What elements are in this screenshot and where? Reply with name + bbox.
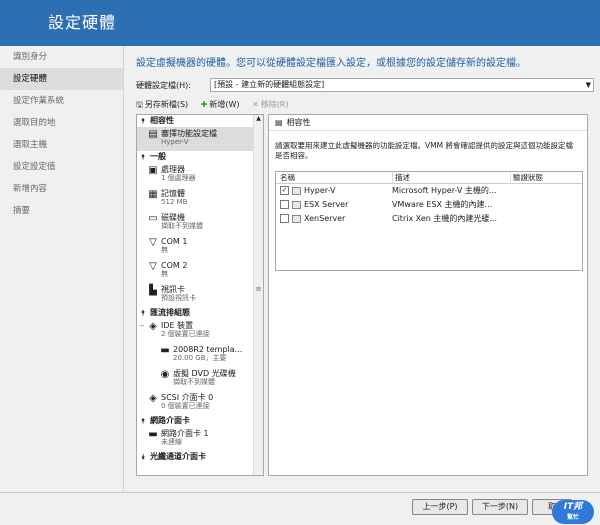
section-general[interactable]: ⯭ 一般 [137,151,263,163]
profile-select-value: [預設 - 建立新的硬體組態設定] [214,80,325,89]
collapse-icon: ⯭ [141,417,146,425]
remove-icon: ✕ [252,100,259,109]
next-button[interactable]: 下一步(N) [472,499,528,515]
site-logo: IT邦 幫忙 [552,500,594,524]
toolbar: 🖫 另存新檔(S) ✚ 新增(W) ✕ 移除(R) [136,98,299,112]
profile-select[interactable]: [預設 - 建立新的硬體組態設定] ▼ [210,78,594,92]
network-adapter-icon: ▬ [148,429,158,440]
disk-drive-icon: ▭ [148,213,158,224]
nav-item-os[interactable]: 設定作業系統 [0,90,123,112]
section-fibre-channel[interactable]: ⯯ 光纖通道介面卡 [137,451,263,463]
scroll-grip-icon[interactable]: ≡ [255,285,262,299]
main-panel: 設定虛擬機器的硬體。您可以從硬體設定檔匯入設定，或根據您的設定儲存新的設定檔。 … [124,46,600,492]
nav-item-hardware[interactable]: 設定硬體 [0,68,123,90]
save-as-button[interactable]: 🖫 另存新檔(S) [136,98,188,112]
nav-item-summary[interactable]: 摘要 [0,200,123,222]
tree-scrollbar[interactable]: ▲ ≡ [253,115,263,475]
chevron-down-icon: ▼ [585,81,591,89]
scsi-icon: ◈ [149,393,157,404]
section-compatibility[interactable]: ⯭ 相容性 [137,115,263,127]
row-checkbox[interactable] [280,214,289,223]
nav-item-destination[interactable]: 選取目的地 [0,112,123,134]
tree-item-com1[interactable]: ▽ COM 1 無 [137,235,263,259]
nav-item-identity[interactable]: 識別身分 [0,46,123,68]
collapse-icon: ⯭ [141,117,146,125]
ide-icon: ◈ [149,321,157,332]
profile-row: 硬體設定檔(H): [預設 - 建立新的硬體組態設定] ▼ [136,78,594,92]
scroll-up-icon[interactable]: ▲ [254,115,263,125]
compat-icon: ▤ [148,129,158,140]
table-header: 名稱 描述 驗證狀態 [276,172,582,184]
tree-item-vhd[interactable]: ▬ 2008R2 templa... 20.00 GB，主要 [137,343,263,367]
section-network-adapters[interactable]: ⯭ 網路介面卡 [137,415,263,427]
remove-button[interactable]: ✕ 移除(R) [252,98,289,112]
footer: 上一步(P) 下一步(N) 取 [0,492,600,525]
column-header-description[interactable]: 描述 [392,172,508,184]
collapse-icon: ⯭ [141,309,146,317]
page-title: 設定硬體 [48,13,117,32]
vm-icon [292,186,301,195]
tree-item-disk-drive[interactable]: ▭ 磁碟機 擷取不到媒體 [137,211,263,235]
detail-header: ▤ 相容性 [269,115,587,131]
save-icon: 🖫 [136,100,143,109]
tree-item-memory[interactable]: ▦ 記憶體 512 MB [137,187,263,211]
row-checkbox[interactable]: ✓ [280,186,289,195]
nav-item-settings[interactable]: 設定設定值 [0,156,123,178]
compat-icon: ▤ [275,118,283,127]
com-port-icon: ▽ [149,261,157,272]
vm-icon [292,200,301,209]
vm-icon [292,214,301,223]
video-card-icon: ▙ [149,285,157,296]
capability-profile-table: 名稱 描述 驗證狀態 ✓ Hyper-V Microsoft Hyper-V 主機… [275,171,583,271]
header: 設定硬體 [0,0,600,46]
table-row[interactable]: XenServer Citrix Xen 主機的內建光緩... [276,212,582,226]
column-header-name[interactable]: 名稱 [280,172,390,184]
detail-panel: ▤ 相容性 請選取要用來建立此虛擬機器的功能設定檔。VMM 將會確認提供的設定與這… [268,114,588,476]
row-checkbox[interactable] [280,200,289,209]
detail-instructions: 請選取要用來建立此虛擬機器的功能設定檔。VMM 將會確認提供的設定與這個功能設定… [275,141,573,160]
table-row[interactable]: ESX Server VMware ESX 主機的內建... [276,198,582,212]
tree-item-network-adapter-1[interactable]: ▬ 網路介面卡 1 未連線 [137,427,263,451]
table-row[interactable]: ✓ Hyper-V Microsoft Hyper-V 主機的... [276,184,582,198]
profile-label: 硬體設定檔(H): [136,81,191,90]
nav-item-host[interactable]: 選取主機 [0,134,123,156]
new-button[interactable]: ✚ 新增(W) [201,98,240,112]
hardware-tree: ⯭ 相容性 ▤ 審擇功能設定檔 Hyper-V ⯭ 一般 ▣ 處理器 1 個處理器 … [136,114,264,476]
page-description: 設定虛擬機器的硬體。您可以從硬體設定檔匯入設定，或根據您的設定儲存新的設定檔。 [136,58,526,69]
memory-icon: ▦ [148,189,158,200]
tree-item-com2[interactable]: ▽ COM 2 無 [137,259,263,283]
tree-item-video-card[interactable]: ▙ 視訊卡 預設視訊卡 [137,283,263,307]
section-bus-configuration[interactable]: ⯭ 匯流排組態 [137,307,263,319]
collapse-icon: ⯭ [141,153,146,161]
expand-icon: ⯯ [141,453,146,461]
tree-item-dvd-drive[interactable]: ◉ 虛擬 DVD 光碟機 擷取不到媒體 [137,367,263,391]
dvd-icon: ◉ [160,369,170,380]
tree-item-processor[interactable]: ▣ 處理器 1 個處理器 [137,163,263,187]
tree-item-ide-devices[interactable]: − ◈ IDE 裝置 2 個裝置已連接 [137,319,263,343]
nav-item-properties[interactable]: 新增內容 [0,178,123,200]
previous-button[interactable]: 上一步(P) [412,499,468,515]
expand-toggle-icon[interactable]: − [139,322,145,331]
column-header-status[interactable]: 驗證狀態 [510,172,580,184]
tree-item-capability-profile[interactable]: ▤ 審擇功能設定檔 Hyper-V [137,127,263,151]
vhd-icon: ▬ [160,345,170,356]
processor-icon: ▣ [148,165,158,176]
wizard-nav: 識別身分 設定硬體 設定作業系統 選取目的地 選取主機 設定設定值 新增內容 摘… [0,46,124,492]
tree-item-scsi-adapter[interactable]: ◈ SCSI 介面卡 0 0 個裝置已連接 [137,391,263,415]
add-icon: ✚ [200,100,208,109]
com-port-icon: ▽ [149,237,157,248]
